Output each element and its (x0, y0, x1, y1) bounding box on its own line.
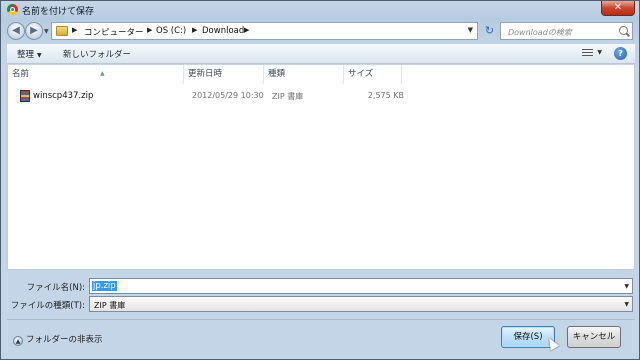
arrow-right-icon: ▶ (30, 25, 38, 36)
recent-locations-dropdown-icon[interactable]: ▼ (44, 28, 49, 35)
chevron-right-icon[interactable]: ▶ (244, 26, 249, 34)
hide-folders-label: フォルダーの非表示 (26, 335, 103, 345)
refresh-icon: ↻ (484, 24, 495, 37)
command-bar: 整理 ▼ 新しいフォルダー ▼ ? (7, 44, 635, 64)
chevron-down-icon: ▼ (624, 301, 629, 308)
filetype-select[interactable]: ZIP 書庫 ▼ (89, 296, 633, 312)
search-icon (619, 26, 628, 35)
chevron-down-icon[interactable]: ▼ (597, 49, 602, 56)
chevron-right-icon[interactable]: ▶ (147, 26, 152, 34)
chevron-down-icon: ▼ (37, 52, 42, 59)
cancel-button[interactable]: キャンセル (567, 326, 621, 348)
filename-value: jp.zip (92, 281, 117, 291)
organize-label: 整理 (17, 50, 35, 60)
column-header-date[interactable]: 更新日時 (184, 65, 264, 84)
zip-archive-icon (20, 90, 30, 102)
filetype-label: ファイルの種類(T): (10, 301, 85, 311)
address-row: ◀ ▶ ▼ ▶ コンピューター ▶ OS (C:) ▶ Download ▶ ▼… (1, 19, 639, 43)
address-bar[interactable]: ▶ コンピューター ▶ OS (C:) ▶ Download ▶ ▼ (51, 22, 478, 40)
column-header-name[interactable]: 名前 ▲ (8, 65, 184, 84)
title-bar[interactable]: 名前を付けて保存 ✕ (1, 1, 639, 18)
filetype-value: ZIP 書庫 (94, 301, 126, 310)
save-as-dialog: 名前を付けて保存 ✕ ◀ ▶ ▼ ▶ コンピューター ▶ OS (C:) ▶ D… (0, 0, 640, 360)
file-list[interactable]: 名前 ▲ 更新日時 種類 サイズ winscp437.zip 2012/05/2… (7, 65, 635, 270)
file-name: winscp437.zip (33, 91, 94, 101)
mouse-pointer-icon (544, 335, 560, 351)
search-placeholder: Downloadの検索 (508, 28, 572, 37)
window-title: 名前を付けて保存 (22, 7, 95, 17)
sort-ascending-icon: ▲ (100, 70, 105, 77)
chevron-right-icon[interactable]: ▶ (72, 26, 77, 34)
filename-label: ファイル名(N): (26, 283, 85, 293)
back-button[interactable]: ◀ (7, 22, 25, 40)
search-box[interactable]: Downloadの検索 (500, 22, 633, 40)
breadcrumb-computer[interactable]: コンピューター (84, 26, 144, 38)
chevron-right-icon[interactable]: ▶ (192, 26, 197, 34)
refresh-button[interactable]: ↻ (481, 22, 498, 40)
filename-input[interactable]: jp.zip ▼ (89, 278, 633, 294)
hide-folders-toggle[interactable]: ▲ フォルダーの非表示 (13, 333, 103, 346)
breadcrumb-download[interactable]: Download (202, 26, 244, 36)
column-name-label: 名前 (12, 69, 30, 79)
address-history-dropdown-icon[interactable]: ▼ (468, 26, 473, 34)
divider (7, 319, 635, 320)
view-options-icon[interactable] (582, 49, 593, 58)
forward-button[interactable]: ▶ (25, 22, 43, 40)
file-date: 2012/05/29 10:30 (192, 91, 264, 100)
arrow-left-icon: ◀ (12, 25, 20, 36)
collapse-up-icon: ▲ (13, 336, 23, 346)
new-folder-button[interactable]: 新しいフォルダー (63, 48, 131, 60)
column-header-type[interactable]: 種類 (264, 65, 344, 84)
organize-button[interactable]: 整理 ▼ (17, 48, 42, 60)
close-button[interactable]: ✕ (601, 1, 635, 16)
breadcrumb-drive[interactable]: OS (C:) (156, 26, 186, 36)
folder-icon (56, 26, 68, 36)
column-header-size[interactable]: サイズ (344, 65, 402, 84)
file-type: ZIP 書庫 (272, 92, 304, 101)
help-icon[interactable]: ? (614, 47, 627, 60)
chrome-icon (7, 4, 18, 15)
file-size: 2,575 KB (367, 91, 404, 100)
chevron-down-icon[interactable]: ▼ (624, 283, 629, 290)
file-row[interactable]: winscp437.zip 2012/05/29 10:30 ZIP 書庫 2,… (16, 90, 416, 104)
